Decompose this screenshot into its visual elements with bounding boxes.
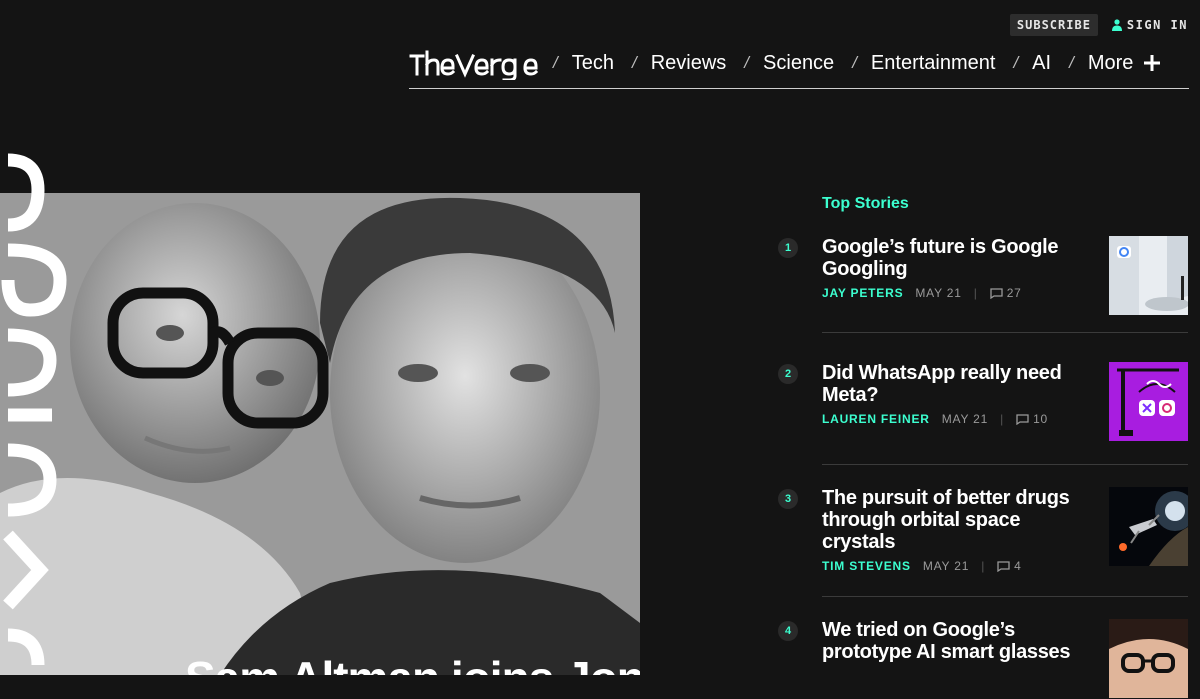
comment-count: 4: [1014, 559, 1022, 573]
story-author[interactable]: JAY PETERS: [822, 286, 903, 300]
story-item: 1 Google’s future is Google Googling JAY…: [778, 236, 1188, 316]
utility-bar: SUBSCRIBE SIGN IN: [1009, 14, 1188, 36]
story-date: MAY 21: [915, 286, 962, 300]
nav-item-entertainment[interactable]: Entertainment: [871, 52, 996, 75]
comment-bubble-icon: [1016, 413, 1029, 425]
meta-separator: |: [1000, 412, 1005, 426]
the-verge-logo[interactable]: [409, 48, 539, 80]
story-divider: [822, 332, 1188, 333]
story-date: MAY 21: [941, 412, 989, 426]
story-number: 4: [778, 621, 798, 641]
story-item: 3 The pursuit of better drugs through or…: [778, 487, 1188, 583]
nav-item-ai[interactable]: AI: [1032, 52, 1051, 75]
story-divider: [822, 596, 1188, 597]
story-title[interactable]: The pursuit of better drugs through orbi…: [822, 487, 1094, 553]
story-item: 4 We tried on Google’s prototype AI smar…: [778, 619, 1188, 699]
sign-in-label: SIGN IN: [1126, 18, 1188, 32]
hero-headline[interactable]: Sam Altman joins Jony Ive: [185, 651, 640, 675]
space-thumbnail: [1109, 487, 1188, 566]
nav-separator: /: [631, 53, 637, 72]
meta-scale-thumbnail: [1109, 362, 1188, 441]
sign-in-link[interactable]: SIGN IN: [1111, 18, 1188, 32]
story-thumbnail[interactable]: [1109, 487, 1188, 566]
story-number: 3: [778, 489, 798, 509]
hero-image[interactable]: Sam Altman joins Jony Ive: [0, 193, 640, 675]
story-meta: LAUREN FEINER MAY 21 | 10: [822, 412, 1048, 426]
smart-glasses-thumbnail: [1109, 619, 1188, 698]
hero-photo: [0, 193, 640, 675]
nav-item-more[interactable]: More: [1088, 52, 1134, 75]
story-title[interactable]: Google’s future is Google Googling: [822, 236, 1094, 280]
comment-bubble-icon: [990, 287, 1003, 299]
story-thumbnail[interactable]: [1109, 362, 1188, 441]
nav-separator: /: [744, 53, 750, 72]
nav-separator: /: [1013, 53, 1019, 72]
nav-item-science[interactable]: Science: [763, 52, 834, 75]
nav-separator: /: [852, 53, 857, 72]
story-divider: [822, 464, 1188, 465]
story-title[interactable]: We tried on Google’s prototype AI smart …: [822, 619, 1094, 663]
person-icon: [1111, 19, 1122, 31]
comment-bubble-icon: [997, 560, 1010, 572]
story-item: 2 Did WhatsApp really need Meta? LAUREN …: [778, 362, 1188, 442]
comment-count: 10: [1033, 412, 1049, 426]
story-author[interactable]: LAUREN FEINER: [822, 412, 930, 426]
story-thumbnail[interactable]: [1109, 236, 1188, 315]
story-number: 2: [778, 364, 798, 384]
nav-item-tech[interactable]: Tech: [572, 52, 614, 75]
story-meta: TIM STEVENS MAY 21 | 4: [822, 559, 1022, 573]
nav-item-reviews[interactable]: Reviews: [651, 52, 727, 75]
nav-separator: /: [1069, 53, 1074, 72]
comment-count: 27: [1006, 286, 1022, 300]
subscribe-button[interactable]: SUBSCRIBE: [1009, 14, 1098, 36]
story-date: MAY 21: [922, 559, 970, 573]
nav-separator: /: [553, 53, 558, 72]
story-comments[interactable]: 10: [1016, 412, 1048, 426]
story-comments[interactable]: 27: [990, 286, 1022, 300]
meta-separator: |: [973, 286, 978, 300]
story-comments[interactable]: 4: [997, 559, 1021, 573]
vertical-verge-wordmark: [1, 153, 67, 666]
main-nav: / Tech / Reviews / Science / Entertainme…: [409, 46, 1189, 89]
top-stories-heading: Top Stories: [822, 195, 909, 212]
plus-icon[interactable]: [1143, 54, 1161, 72]
google-event-thumbnail: [1109, 236, 1188, 315]
story-title[interactable]: Did WhatsApp really need Meta?: [822, 362, 1094, 406]
story-number: 1: [778, 238, 798, 258]
story-author[interactable]: TIM STEVENS: [822, 559, 911, 573]
story-thumbnail[interactable]: [1109, 619, 1188, 698]
story-meta: JAY PETERS MAY 21 | 27: [822, 286, 1022, 300]
meta-separator: |: [981, 559, 986, 573]
